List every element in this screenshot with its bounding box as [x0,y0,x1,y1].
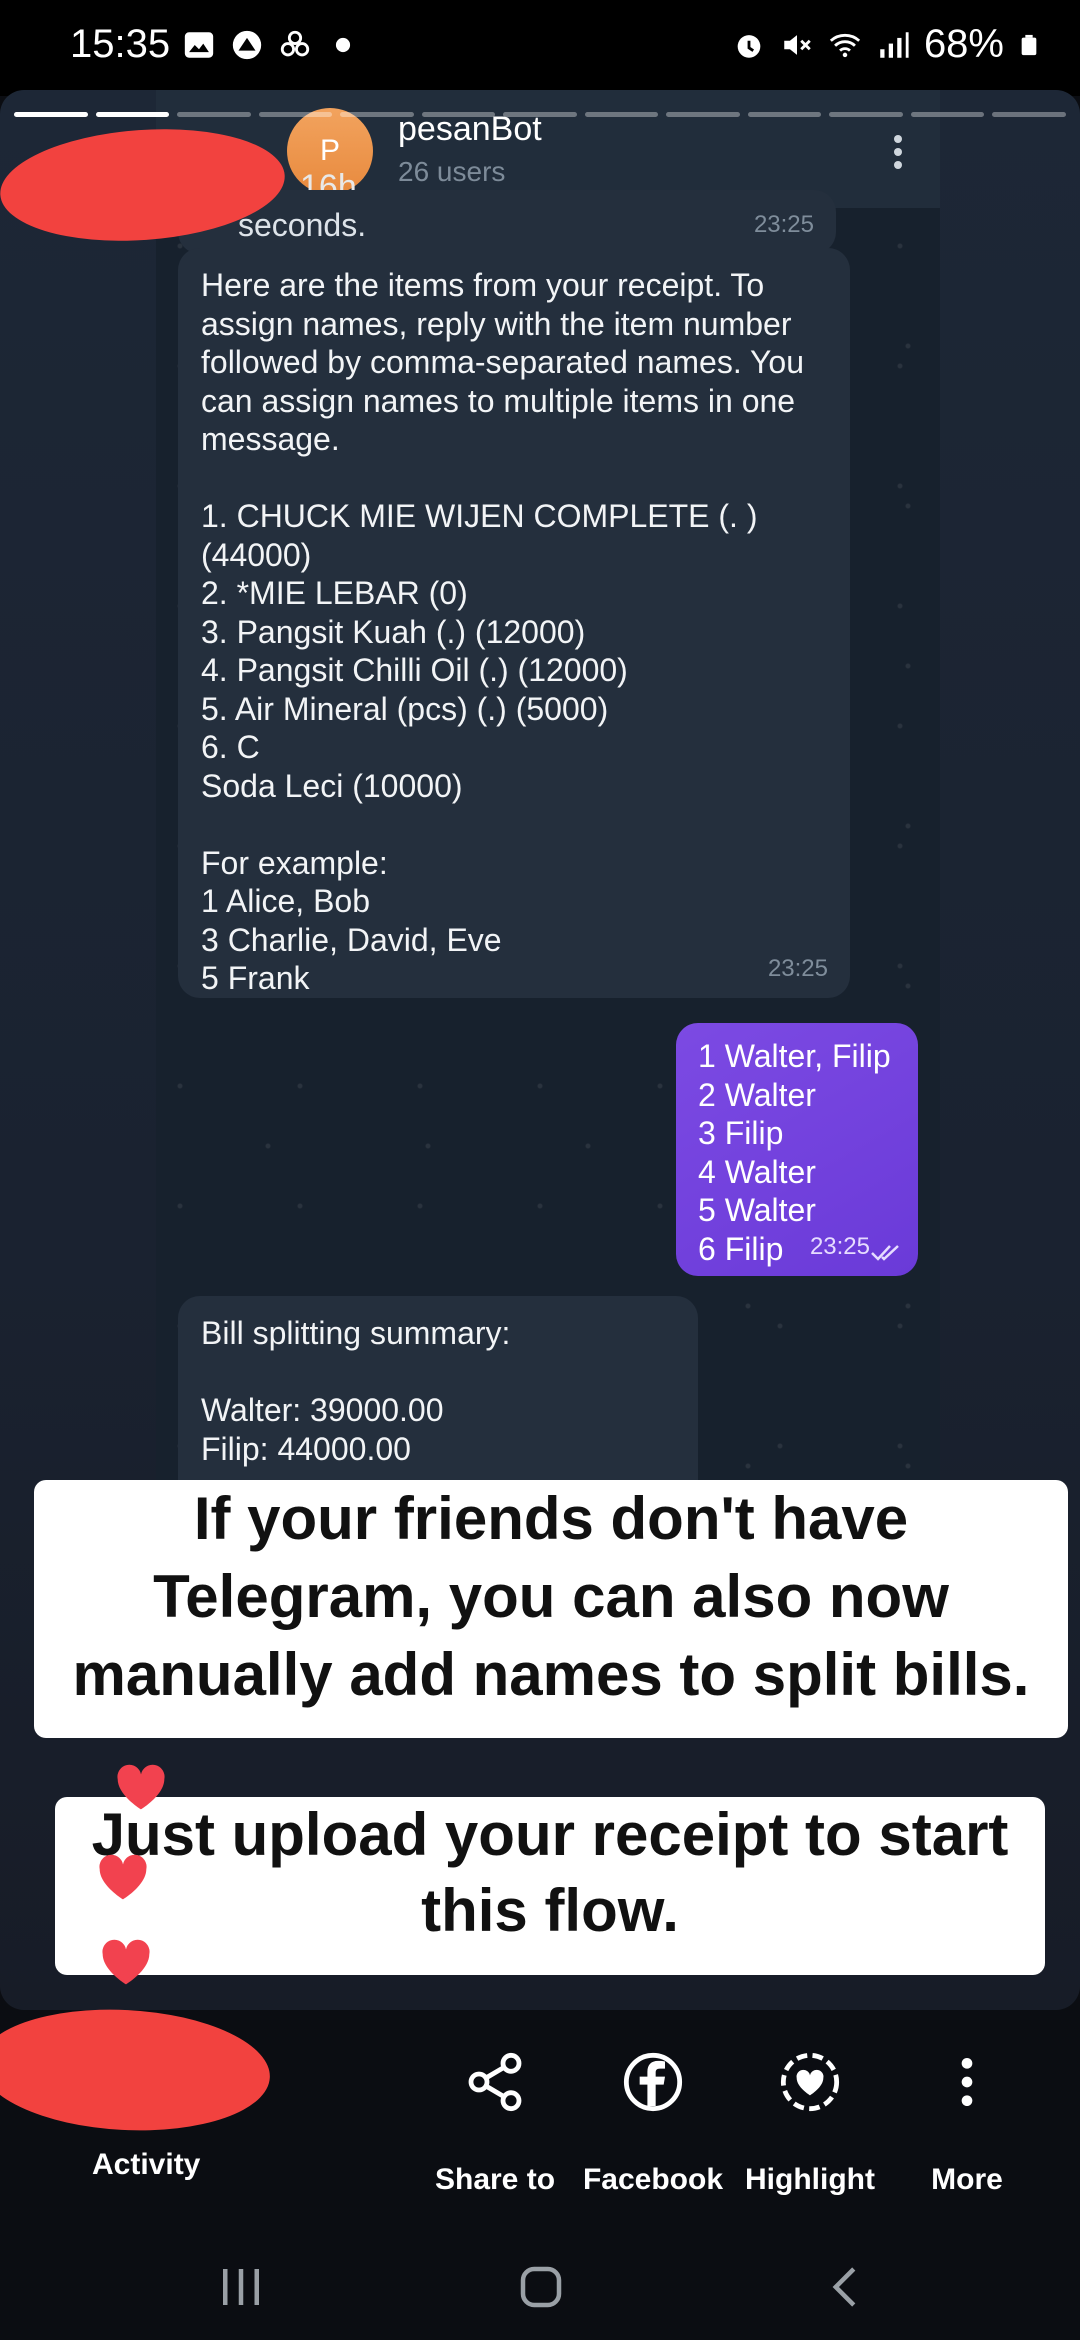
message-line: Here are the items from your receipt. To [201,267,765,303]
double-check-icon [871,1245,899,1261]
message-line: 3 Filip [698,1115,784,1151]
message-time: 23:25 [767,954,828,982]
message-line: message. [201,421,340,457]
recent-apps-icon[interactable] [214,2260,268,2314]
share-label: Share to [434,2163,556,2196]
gallery-icon [184,32,214,58]
caption-text: Just upload your receipt to start this f… [55,1797,1045,1975]
message-line: For example: [201,844,388,881]
message-line: Bill splitting summary: [201,1315,511,1351]
message-line: can assign names to multiple items in on… [201,382,796,419]
notification-icons [182,28,360,62]
chat-subtitle: 26 users [398,156,506,187]
message-line: 4 Walter [698,1153,816,1190]
caption-line: this flow. [421,1877,679,1944]
share-button[interactable]: Share to [420,2050,570,2197]
message-line: assign names, reply with the item number [201,305,792,342]
bot-message-text: Here are the items from your receipt. To… [201,266,804,998]
story-viewer[interactable]: P pesanBot 26 users 16h seconds. 23:25 H… [0,90,1080,2010]
caption-line: If your friends don't have [193,1485,909,1552]
message-time: 23:25 [753,210,814,238]
message-line: 1. CHUCK MIE WIJEN COMPLETE (. ) [201,498,758,534]
wifi-icon [829,33,861,57]
message-bubble-partial: seconds. 23:25 [178,190,836,254]
story-progress [14,112,1066,117]
home-icon[interactable] [514,2260,568,2314]
message-line: 5. Air Mineral (pcs) (.) (5000) [201,690,609,727]
more-button[interactable]: More [892,2050,1042,2197]
highlight-heart-icon [780,2052,840,2112]
message-line: 3 Charlie, David, Eve [201,921,502,958]
status-bar: 15:35 68% [0,0,1080,96]
summary-text: Bill splitting summary: Walter: 39000.00… [201,1314,510,1468]
message-line [201,459,804,498]
more-label: More [931,2163,1003,2196]
message-line: 5 Walter [698,1192,816,1228]
highlight-button[interactable]: Highlight [735,2050,885,2197]
message-line [201,1353,510,1392]
message-line: 3. Pangsit Kuah (.) (12000) [201,613,586,650]
battery-percent: 68% [923,22,1004,66]
user-message: 1 Walter, Filip 2 Walter 3 Filip 4 Walte… [676,1023,918,1276]
heart-icon [99,1854,147,1900]
alarm-icon [737,34,761,58]
system-indicators: 68% [732,22,1040,67]
message-line: followed by comma-separated names. You [201,344,805,380]
facebook-label: Facebook [582,2163,724,2196]
more-vert-icon [894,130,902,174]
message-line: Walter: 39000.00 [201,1392,444,1428]
partial-text: seconds. [238,207,367,243]
message-line: Filip: 44000.00 [201,1430,411,1467]
heart-icon [117,1764,165,1810]
message-line: (44000) [201,536,312,573]
threads-icon [232,30,262,60]
caption-text: If your friends don't have Telegram, you… [34,1480,1068,1738]
message-line: 2. *MIE LEBAR (0) [201,575,468,611]
mute-icon [784,34,811,55]
facebook-button[interactable]: Facebook [578,2050,728,2197]
share-icon [468,2052,522,2112]
message-line [201,805,804,844]
signal-icon [880,31,909,58]
caption-line: Just upload your receipt to start [91,1801,1009,1868]
highlight-label: Highlight [745,2163,875,2196]
caption-line: manually add names to split bills. [72,1641,1030,1708]
fan-icon [280,30,310,57]
message-line: 5 Frank [201,960,310,996]
caption-line: Telegram, you can also now [153,1563,949,1630]
back-icon[interactable] [820,2260,874,2314]
more-vert-icon [961,2058,973,2106]
dot-icon [335,37,351,53]
message-line: 6. C [201,729,260,765]
message-line: 1 Alice, Bob [201,883,370,919]
system-nav-bar [0,2210,1080,2340]
battery-icon [1021,34,1037,55]
heart-icon [102,1939,150,1985]
status-time: 15:35 [70,22,171,66]
message-time: 23:25 [809,1232,870,1260]
message-line: 4. Pangsit Chilli Oil (.) (12000) [201,652,628,688]
message-line: 1 Walter, Filip [698,1038,891,1074]
message-line: 2 Walter [698,1076,816,1113]
facebook-icon [623,2052,683,2112]
bot-message: Here are the items from your receipt. To… [178,248,850,998]
redaction-mark [0,2002,273,2138]
message-line: Soda Leci (10000) [201,767,463,804]
activity-button[interactable]: Activity [92,2148,200,2182]
